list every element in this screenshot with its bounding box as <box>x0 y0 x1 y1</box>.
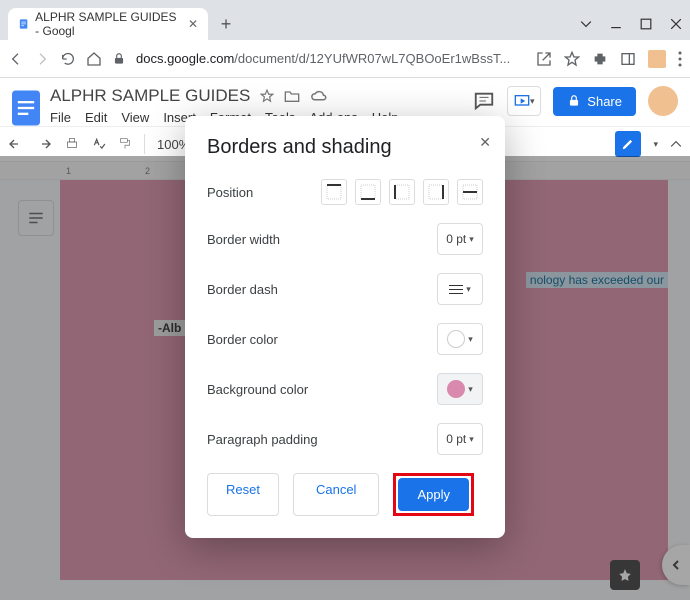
panel-icon[interactable] <box>620 51 636 67</box>
chevron-down-icon[interactable] <box>580 18 592 30</box>
comments-icon[interactable] <box>473 90 495 112</box>
label-background-color: Background color <box>207 382 437 397</box>
print-icon[interactable] <box>64 137 80 151</box>
menu-file[interactable]: File <box>50 110 71 125</box>
label-paragraph-padding: Paragraph padding <box>207 432 437 447</box>
undo-icon[interactable] <box>8 137 24 151</box>
apply-highlight: Apply <box>393 473 474 516</box>
back-icon[interactable] <box>8 51 24 67</box>
label-border-color: Border color <box>207 332 437 347</box>
tab-title: ALPHR SAMPLE GUIDES - Googl <box>35 10 182 38</box>
cancel-button[interactable]: Cancel <box>293 473 379 516</box>
dash-style-icon <box>449 285 463 294</box>
border-dash-dropdown[interactable]: ▾ <box>437 273 483 305</box>
cloud-icon[interactable] <box>310 89 328 103</box>
position-top-button[interactable] <box>321 179 347 205</box>
maximize-icon[interactable] <box>640 18 652 30</box>
docs-logo-icon[interactable] <box>12 90 40 126</box>
docs-favicon-icon <box>18 17 29 31</box>
editing-mode-button[interactable] <box>615 131 641 157</box>
browser-titlebar: ALPHR SAMPLE GUIDES - Googl ✕ + <box>0 0 690 40</box>
document-title[interactable]: ALPHR SAMPLE GUIDES <box>50 86 250 106</box>
share-button[interactable]: Share <box>553 87 636 116</box>
new-tab-button[interactable]: + <box>214 12 238 36</box>
reload-icon[interactable] <box>60 51 76 67</box>
position-bottom-button[interactable] <box>355 179 381 205</box>
browser-tab[interactable]: ALPHR SAMPLE GUIDES - Googl ✕ <box>8 8 208 40</box>
minimize-icon[interactable] <box>610 18 622 30</box>
star-doc-icon[interactable] <box>260 89 274 103</box>
address-bar: docs.google.com/document/d/12YUfWR07wL7Q… <box>0 40 690 78</box>
chevron-up-icon[interactable] <box>670 138 682 150</box>
borders-shading-dialog: Borders and shading ✕ Position Border wi… <box>185 116 505 538</box>
home-icon[interactable] <box>86 51 102 67</box>
position-right-button[interactable] <box>423 179 449 205</box>
present-button[interactable]: ▾ <box>507 86 541 116</box>
border-width-dropdown[interactable]: 0 pt▾ <box>437 223 483 255</box>
paragraph-padding-dropdown[interactable]: 0 pt▾ <box>437 423 483 455</box>
forward-icon[interactable] <box>34 51 50 67</box>
mode-caret-icon[interactable]: ▾ <box>653 139 658 150</box>
account-avatar[interactable] <box>648 86 678 116</box>
close-icon[interactable]: ✕ <box>479 134 491 151</box>
apply-button[interactable]: Apply <box>398 478 469 511</box>
border-color-dropdown[interactable]: ▾ <box>437 323 483 355</box>
menu-edit[interactable]: Edit <box>85 110 107 125</box>
url-text[interactable]: docs.google.com/document/d/12YUfWR07wL7Q… <box>136 51 526 66</box>
tab-close-icon[interactable]: ✕ <box>188 17 198 31</box>
label-border-dash: Border dash <box>207 282 437 297</box>
reset-button[interactable]: Reset <box>207 473 279 516</box>
redo-icon[interactable] <box>36 137 52 151</box>
border-color-swatch <box>447 330 465 348</box>
label-position: Position <box>207 185 321 200</box>
share-label: Share <box>587 94 622 109</box>
background-color-dropdown[interactable]: ▾ <box>437 373 483 405</box>
position-left-button[interactable] <box>389 179 415 205</box>
background-color-swatch <box>447 380 465 398</box>
star-icon[interactable] <box>564 51 580 67</box>
lock-icon <box>567 94 581 108</box>
move-icon[interactable] <box>284 89 300 103</box>
window-close-icon[interactable] <box>670 18 682 30</box>
profile-avatar-icon[interactable] <box>648 50 666 68</box>
spellcheck-icon[interactable] <box>92 137 106 151</box>
puzzle-icon[interactable] <box>592 51 608 67</box>
position-between-button[interactable] <box>457 179 483 205</box>
lock-icon <box>112 52 126 66</box>
menu-view[interactable]: View <box>121 110 149 125</box>
menu-dots-icon[interactable] <box>678 51 682 67</box>
paintroller-icon[interactable] <box>118 137 132 151</box>
dialog-title: Borders and shading <box>207 136 483 159</box>
share-url-icon[interactable] <box>536 51 552 67</box>
label-border-width: Border width <box>207 232 437 247</box>
